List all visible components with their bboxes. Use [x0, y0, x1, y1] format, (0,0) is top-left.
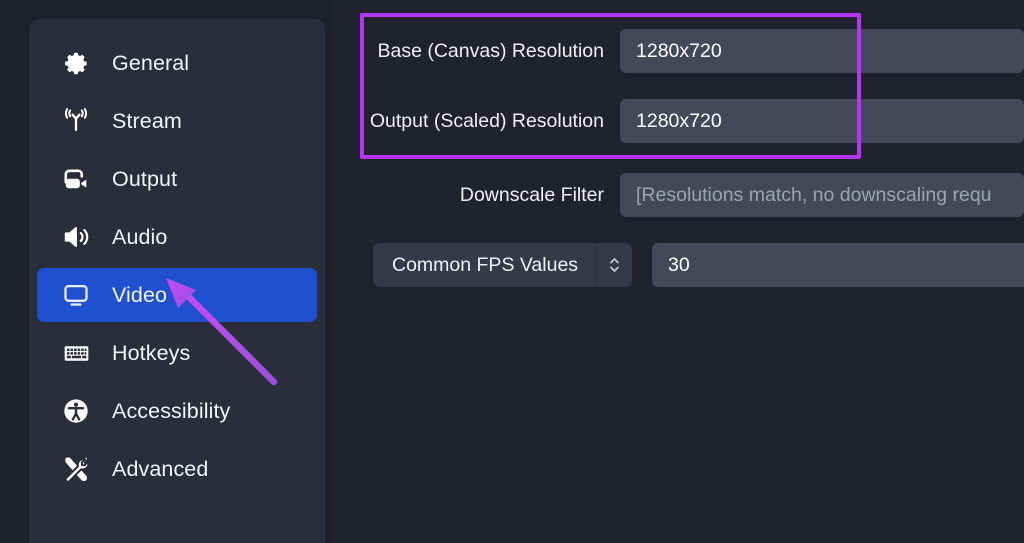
sidebar-item-label: Video: [112, 282, 168, 307]
base-resolution-row: Base (Canvas) Resolution 1280x720: [332, 29, 1024, 73]
fps-type-combobox[interactable]: Common FPS Values: [373, 243, 633, 287]
downscale-filter-combobox[interactable]: [Resolutions match, no downscaling requ: [620, 173, 1024, 217]
downscale-filter-label: Downscale Filter: [459, 183, 604, 206]
fps-value-field[interactable]: 30: [652, 243, 1024, 287]
obs-settings-window: General Stream Output Audio Video Hotkey…: [0, 0, 1024, 543]
sidebar-item-label: Hotkeys: [112, 340, 191, 365]
downscale-filter-row: Downscale Filter [Resolutions match, no …: [332, 173, 1024, 217]
sidebar-item-video[interactable]: Video: [37, 268, 317, 322]
base-resolution-label: Base (Canvas) Resolution: [377, 39, 604, 62]
accessibility-icon: [59, 394, 93, 428]
fps-type-label: Common FPS Values: [392, 253, 579, 276]
fps-row: Common FPS Values 30: [373, 243, 1024, 287]
up-down-chevron-icon[interactable]: [596, 243, 632, 287]
monitor-icon: [59, 278, 93, 312]
speaker-icon: [59, 220, 93, 254]
tools-icon: [59, 452, 93, 486]
sidebar-item-label: General: [112, 50, 190, 75]
sidebar-item-label: Output: [112, 166, 178, 191]
gear-icon: [59, 46, 93, 80]
output-resolution-row: Output (Scaled) Resolution 1280x720: [332, 99, 1024, 143]
output-resolution-combobox[interactable]: 1280x720: [620, 99, 1024, 143]
video-camera-icon: [59, 162, 93, 196]
base-resolution-combobox[interactable]: 1280x720: [620, 29, 1024, 73]
sidebar-item-label: Stream: [112, 108, 182, 133]
sidebar-item-hotkeys[interactable]: Hotkeys: [37, 326, 317, 380]
sidebar-item-stream[interactable]: Stream: [37, 94, 317, 148]
sidebar-item-label: Accessibility: [112, 398, 231, 423]
sidebar-item-label: Advanced: [112, 456, 209, 481]
sidebar-item-advanced[interactable]: Advanced: [37, 442, 317, 496]
sidebar-item-audio[interactable]: Audio: [37, 210, 317, 264]
output-resolution-label: Output (Scaled) Resolution: [369, 109, 604, 132]
sidebar-item-general[interactable]: General: [37, 36, 317, 90]
broadcast-icon: [59, 104, 93, 138]
sidebar-item-output[interactable]: Output: [37, 152, 317, 206]
sidebar-item-label: Audio: [112, 224, 168, 249]
video-settings-panel: Base (Canvas) Resolution 1280x720 Output…: [332, 0, 1024, 543]
sidebar-item-accessibility[interactable]: Accessibility: [37, 384, 317, 438]
keyboard-icon: [59, 336, 93, 370]
settings-sidebar: General Stream Output Audio Video Hotkey…: [29, 19, 325, 543]
